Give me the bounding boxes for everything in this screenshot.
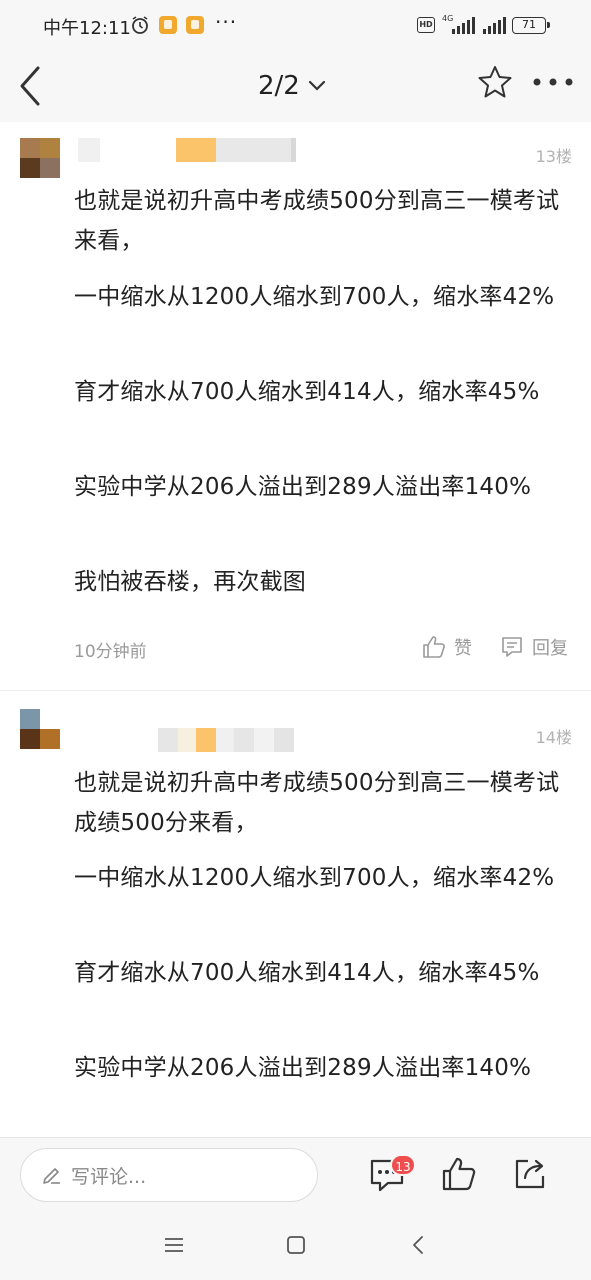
like-button[interactable]: 赞	[422, 634, 472, 660]
post-divider	[0, 690, 591, 691]
avatar[interactable]	[20, 138, 60, 178]
alarm-icon	[132, 16, 148, 34]
battery-icon: 71	[512, 17, 550, 34]
top-nav-bar: 2/2	[0, 52, 591, 122]
system-nav-bar	[0, 1212, 591, 1280]
reply-label: 回复	[532, 638, 568, 659]
menu-icon[interactable]	[163, 1234, 185, 1256]
back-icon[interactable]	[408, 1234, 430, 1256]
star-icon[interactable]	[476, 64, 514, 100]
thumbs-up-icon	[423, 636, 445, 658]
floor-number: 13楼	[535, 147, 572, 166]
thumbs-up-icon[interactable]	[441, 1156, 477, 1192]
avatar[interactable]	[20, 709, 60, 749]
like-label: 赞	[454, 638, 472, 659]
post-paragraph: 一中缩水从1200人缩水到700人，缩水率42%	[74, 284, 555, 310]
signal-strength-icon	[483, 17, 506, 34]
more-dots-icon[interactable]	[532, 74, 574, 90]
status-more-notifications: ···	[215, 10, 238, 34]
bottom-action-bar: 写评论... 13	[0, 1137, 591, 1212]
notification-app-icon	[159, 16, 177, 34]
post-paragraph: 一中缩水从1200人缩水到700人，缩水率42%	[74, 865, 555, 891]
username-blurred[interactable]	[78, 728, 294, 752]
pencil-icon	[43, 1168, 60, 1184]
comment-count-badge: 13	[390, 1154, 416, 1176]
post-paragraph: 实验中学从206人溢出到289人溢出率140%	[74, 474, 532, 500]
home-square-icon[interactable]	[285, 1234, 307, 1256]
post-paragraph: 育才缩水从700人缩水到414人，缩水率45%	[74, 960, 540, 986]
comment-icon	[502, 637, 522, 657]
post-paragraph: 我怕被吞楼，再次截图	[74, 569, 306, 595]
status-time: 中午12:11	[43, 18, 131, 39]
comment-placeholder: 写评论...	[71, 1165, 147, 1188]
notification-app-icon	[186, 16, 204, 34]
floor-number: 14楼	[535, 728, 572, 747]
reply-button[interactable]: 回复	[500, 634, 568, 660]
page-indicator-text: 2/2	[258, 71, 300, 101]
post-time: 10分钟前	[74, 642, 147, 662]
back-arrow-icon[interactable]	[14, 62, 48, 110]
post-paragraph: 实验中学从206人溢出到289人溢出率140%	[74, 1055, 532, 1081]
status-bar: 中午12:11 ··· HD 4G 71	[0, 0, 591, 52]
signal-strength-icon	[452, 17, 475, 34]
post-paragraph: 也就是说初升高中考成绩500分到高三一模考试成绩500分来看，	[74, 770, 560, 836]
share-icon[interactable]	[512, 1156, 548, 1192]
page-selector[interactable]: 2/2	[258, 66, 326, 106]
post-paragraph: 育才缩水从700人缩水到414人，缩水率45%	[74, 379, 540, 405]
post-paragraph: 也就是说初升高中考成绩500分到高三一模考试来看，	[74, 188, 560, 254]
chevron-down-icon	[308, 80, 325, 91]
hd-voice-icon: HD	[417, 17, 435, 33]
comment-input[interactable]: 写评论...	[20, 1148, 318, 1202]
username-blurred[interactable]	[78, 138, 296, 162]
